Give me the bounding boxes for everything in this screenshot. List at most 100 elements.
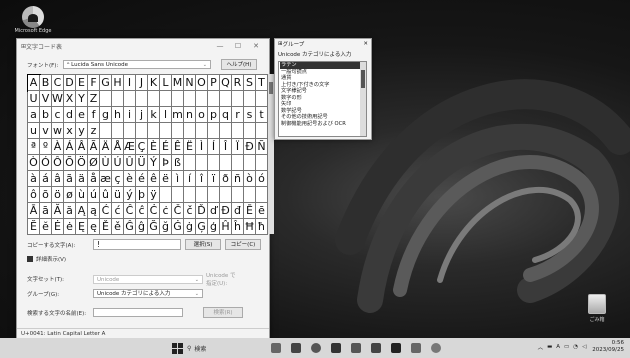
recycle-bin-desktop-icon[interactable]: ごみ箱 <box>582 294 612 323</box>
char-cell[interactable]: Y <box>76 91 88 107</box>
char-cell[interactable]: à <box>28 171 40 187</box>
char-cell[interactable]: Ĝ <box>124 219 136 235</box>
char-cell[interactable] <box>196 91 208 107</box>
char-cell[interactable]: ã <box>64 171 76 187</box>
char-cell[interactable]: Ě <box>100 219 112 235</box>
character-grid[interactable]: ABCDEFGHIJKLMNOPQRST UVWXYZabcdefghijklmn… <box>27 74 268 235</box>
char-cell[interactable]: w <box>52 123 64 139</box>
char-cell[interactable]: æ <box>100 171 112 187</box>
search-input[interactable] <box>93 308 183 317</box>
file-explorer-icon[interactable] <box>291 343 302 353</box>
char-cell[interactable]: ģ <box>208 219 220 235</box>
char-cell[interactable]: Ē <box>244 203 256 219</box>
char-cell[interactable] <box>232 155 244 171</box>
char-cell[interactable]: ġ <box>184 219 196 235</box>
powerpoint-icon[interactable] <box>371 343 382 353</box>
char-cell[interactable]: K <box>148 75 160 91</box>
char-cell[interactable]: Ò <box>28 155 40 171</box>
char-cell[interactable]: Ą <box>76 203 88 219</box>
char-cell[interactable]: s <box>244 107 256 123</box>
char-cell[interactable] <box>232 91 244 107</box>
charset-select[interactable]: Unicode ⌄ <box>93 274 203 284</box>
char-cell[interactable]: Ï <box>232 139 244 155</box>
char-cell[interactable]: U <box>28 91 40 107</box>
font-select[interactable]: ᴬ Lucida Sans Unicode ⌄ <box>63 60 211 69</box>
word-icon[interactable] <box>331 343 342 353</box>
char-cell[interactable] <box>184 155 196 171</box>
char-cell[interactable]: º <box>40 139 52 155</box>
edge-desktop-icon[interactable]: Microsoft Edge <box>4 6 62 34</box>
char-cell[interactable]: î <box>196 171 208 187</box>
char-cell[interactable]: É <box>160 139 172 155</box>
char-cell[interactable] <box>124 91 136 107</box>
paint-icon[interactable] <box>411 343 422 353</box>
char-cell[interactable] <box>172 91 184 107</box>
char-cell[interactable]: j <box>136 107 148 123</box>
char-cell[interactable]: Â <box>76 139 88 155</box>
char-cell[interactable]: Ĥ <box>220 219 232 235</box>
char-cell[interactable] <box>184 91 196 107</box>
char-cell[interactable] <box>112 123 124 139</box>
char-cell[interactable]: Ā <box>28 203 40 219</box>
char-cell[interactable] <box>256 91 268 107</box>
group-list-item[interactable]: 制御機能用記号および OCR <box>280 121 366 128</box>
char-cell[interactable]: ě <box>112 219 124 235</box>
char-cell[interactable]: G <box>100 75 112 91</box>
char-cell[interactable]: Ê <box>172 139 184 155</box>
help-button[interactable]: ヘルプ(H) <box>221 59 257 70</box>
char-cell[interactable]: þ <box>136 187 148 203</box>
close-button[interactable]: ✕ <box>247 42 265 50</box>
char-cell[interactable]: Í <box>208 139 220 155</box>
ime-indicator[interactable]: A <box>556 344 560 350</box>
advanced-view-checkbox[interactable] <box>27 256 33 262</box>
char-cell[interactable]: h <box>112 107 124 123</box>
char-cell[interactable]: ê <box>148 171 160 187</box>
char-cell[interactable] <box>244 91 256 107</box>
char-cell[interactable] <box>196 155 208 171</box>
char-cell[interactable]: f <box>88 107 100 123</box>
char-cell[interactable]: ï <box>208 171 220 187</box>
char-cell[interactable]: ă <box>64 203 76 219</box>
char-cell[interactable] <box>208 155 220 171</box>
char-cell[interactable] <box>256 187 268 203</box>
char-cell[interactable] <box>100 123 112 139</box>
char-cell[interactable] <box>148 123 160 139</box>
char-cell[interactable]: n <box>184 107 196 123</box>
char-cell[interactable]: Õ <box>64 155 76 171</box>
char-cell[interactable] <box>160 91 172 107</box>
char-cell[interactable]: P <box>208 75 220 91</box>
char-cell[interactable] <box>256 155 268 171</box>
char-cell[interactable]: A <box>27 74 41 92</box>
chevron-up-icon[interactable]: ︿ <box>538 343 544 351</box>
char-cell[interactable] <box>244 155 256 171</box>
char-cell[interactable]: ª <box>28 139 40 155</box>
char-cell[interactable]: m <box>172 107 184 123</box>
char-cell[interactable]: T <box>256 75 268 91</box>
char-cell[interactable]: ĥ <box>232 219 244 235</box>
char-cell[interactable] <box>220 91 232 107</box>
char-cell[interactable] <box>136 91 148 107</box>
char-cell[interactable] <box>112 91 124 107</box>
char-cell[interactable]: l <box>160 107 172 123</box>
char-cell[interactable]: ė <box>64 219 76 235</box>
char-cell[interactable]: Ë <box>184 139 196 155</box>
char-cell[interactable]: p <box>208 107 220 123</box>
wifi-icon[interactable]: ◔ <box>573 344 578 350</box>
char-cell[interactable] <box>208 123 220 139</box>
char-cell[interactable]: Ğ <box>148 219 160 235</box>
char-cell[interactable]: V <box>40 91 52 107</box>
char-cell[interactable]: Ø <box>88 155 100 171</box>
char-cell[interactable]: v <box>40 123 52 139</box>
char-cell[interactable]: o <box>196 107 208 123</box>
char-cell[interactable]: Ď <box>196 203 208 219</box>
char-cell[interactable] <box>244 187 256 203</box>
char-cell[interactable]: ý <box>124 187 136 203</box>
char-cell[interactable]: D <box>64 75 76 91</box>
char-cell[interactable]: Z <box>88 91 100 107</box>
minimize-button[interactable]: — <box>211 42 229 50</box>
copy-chars-input[interactable]: ! <box>93 239 181 250</box>
char-cell[interactable]: À <box>52 139 64 155</box>
char-cell[interactable]: F <box>88 75 100 91</box>
char-cell[interactable]: ÿ <box>148 187 160 203</box>
char-cell[interactable]: y <box>76 123 88 139</box>
